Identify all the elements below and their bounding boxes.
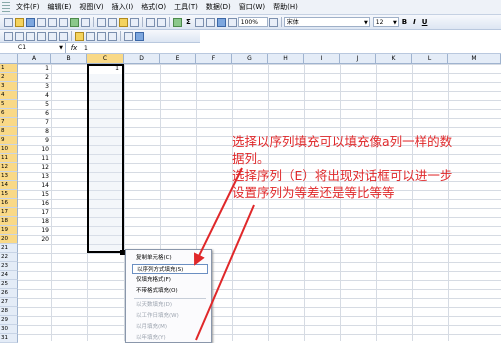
annotation-arrows (194, 167, 255, 341)
arrow-to-series (195, 204, 255, 341)
